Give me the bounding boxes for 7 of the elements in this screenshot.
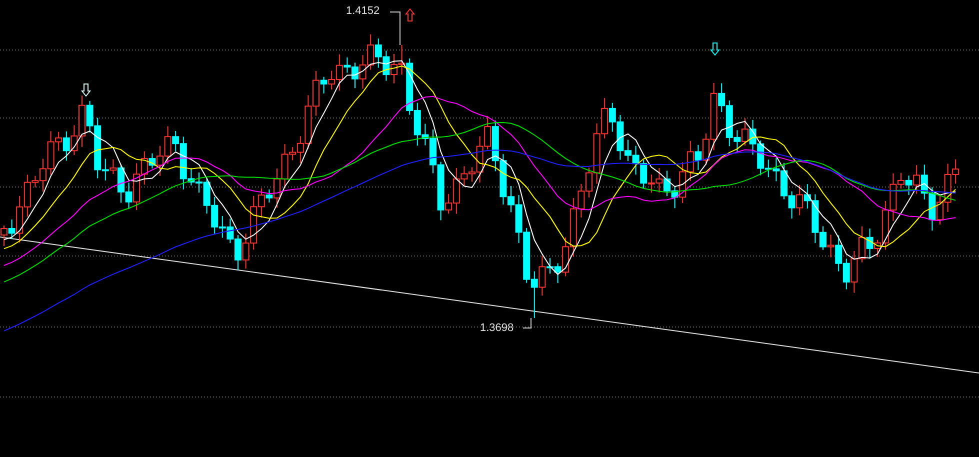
leader-line	[522, 318, 532, 328]
down-arrow-icon	[80, 84, 92, 97]
up-arrow-icon	[404, 8, 416, 22]
leader-line	[390, 12, 400, 46]
high-price-label: 1.4152	[346, 4, 380, 18]
down-arrow-icon	[710, 42, 720, 56]
low-price-label: 1.3698	[480, 321, 514, 335]
